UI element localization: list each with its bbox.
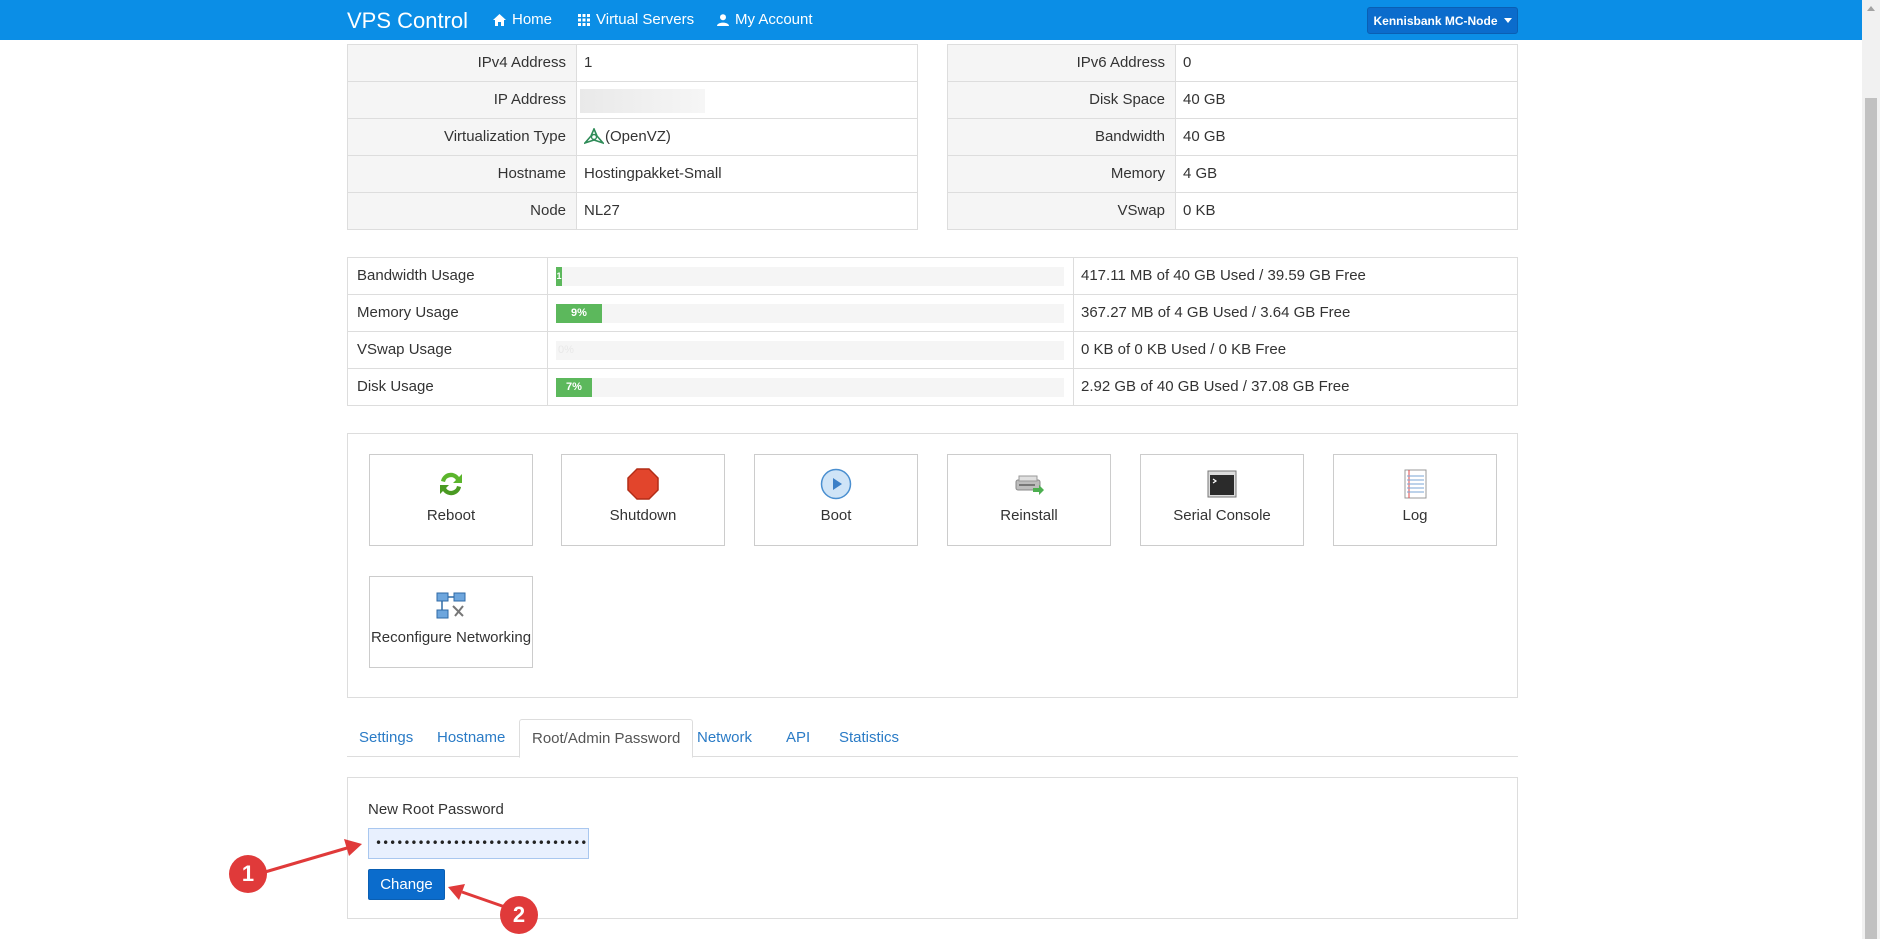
annotation-arrows <box>264 839 506 909</box>
annotation-marker-1: 1 <box>229 855 267 893</box>
annotation-marker-2: 2 <box>500 896 538 934</box>
